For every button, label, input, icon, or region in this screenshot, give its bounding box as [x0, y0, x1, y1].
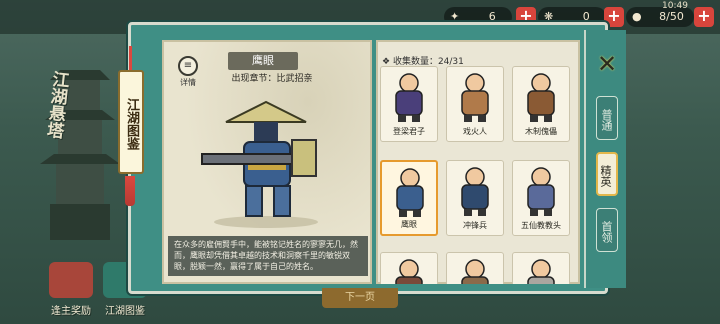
character-thumbnail	[517, 165, 565, 217]
character-thumbnail	[385, 257, 433, 284]
detail-button-label: 详情	[180, 78, 196, 87]
detail-button[interactable]: ≡ 详情	[176, 56, 200, 88]
bookmark-cord	[129, 46, 132, 70]
character-card-name: 戏火人	[463, 127, 487, 136]
character-portrait	[201, 100, 318, 228]
reward-chest-icon	[49, 262, 93, 298]
character-thumbnail	[451, 165, 499, 217]
character-card-name: 五仙教教头	[521, 221, 561, 230]
tab-elite[interactable]: 精英	[596, 152, 618, 196]
compendium-button-label: 江湖图鉴	[105, 306, 145, 317]
character-grid: 登梁君子 戏火人 木制傀儡鹰眼 冲锋兵 五仙教教头	[380, 66, 576, 284]
character-card[interactable]: 鹰眼	[380, 160, 438, 236]
appearance-chapter: 出现章节：比武招亲	[231, 74, 313, 84]
character-card[interactable]: 登梁君子	[380, 66, 438, 142]
reward-button[interactable]: 逢主奖励	[46, 262, 96, 322]
character-name: 鹰眼	[228, 52, 298, 70]
character-card-name: 鹰眼	[401, 220, 417, 229]
bookmark-label: 江湖图鉴	[118, 70, 144, 174]
character-card-name: 登梁君子	[393, 127, 425, 136]
resource-value: 8/50	[659, 10, 684, 23]
character-card[interactable]: 冲锋兵	[446, 160, 504, 236]
bookmark-tassel	[125, 176, 135, 206]
character-thumbnail	[451, 257, 499, 284]
next-page-tab[interactable]: 下一页	[322, 288, 398, 308]
character-thumbnail	[385, 71, 433, 123]
character-card[interactable]	[512, 252, 570, 284]
character-card-name: 木制傀儡	[525, 127, 557, 136]
character-thumbnail	[386, 166, 434, 218]
peach-icon: ●	[632, 10, 642, 23]
tab-normal[interactable]: 普通	[596, 96, 618, 140]
character-thumbnail	[451, 71, 499, 123]
character-card[interactable]: 戏火人	[446, 66, 504, 142]
character-card-name: 冲锋兵	[463, 221, 487, 230]
character-card[interactable]: 木制傀儡	[512, 66, 570, 142]
character-card[interactable]: 五仙教教头	[512, 160, 570, 236]
tab-boss[interactable]: 首领	[596, 208, 618, 252]
character-thumbnail	[517, 257, 565, 284]
close-icon[interactable]: ✕	[594, 52, 620, 78]
document-icon: ≡	[178, 56, 198, 76]
character-description: 在众多的雇佣賢手中，能被铭记姓名的寥寥无几，然而，鹰眼却凭借其卓越的技术和洞察千…	[168, 236, 368, 276]
add-stamina-button[interactable]: +	[694, 7, 714, 27]
character-card[interactable]	[380, 252, 438, 284]
character-card[interactable]	[446, 252, 504, 284]
reward-button-label: 逢主奖励	[51, 306, 91, 317]
character-thumbnail	[517, 71, 565, 123]
clock-text: 10:49	[662, 1, 688, 11]
